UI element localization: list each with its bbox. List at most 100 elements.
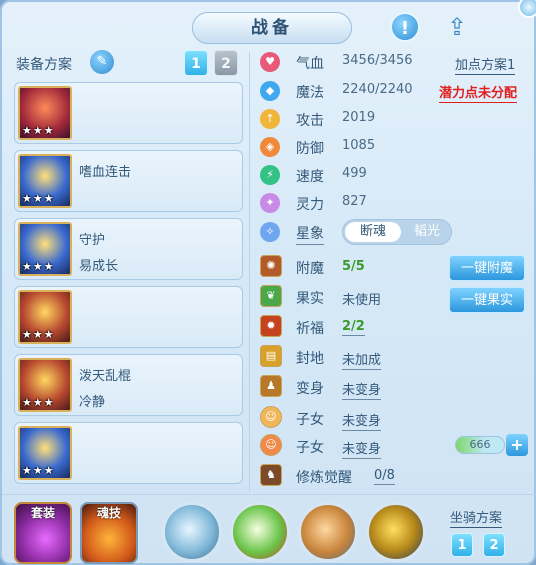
divider bbox=[249, 52, 250, 492]
unassigned-points-link[interactable]: 潜力点未分配 bbox=[439, 82, 518, 103]
equipment-slot-boots[interactable]: ★★★ bbox=[14, 422, 243, 484]
feature-value: 未加成 bbox=[342, 349, 382, 370]
feature-value: 未使用 bbox=[342, 293, 382, 308]
outfit-tab[interactable]: 套装 bbox=[14, 502, 72, 564]
equipment-panel: 战备 ! ⇪ 装备方案 ✎ 1 2 ★★★ ★★★ 嗜血连击 ★★★ 守护 易成… bbox=[0, 0, 536, 565]
feature-label: 附魔 bbox=[296, 261, 324, 277]
star-rating: ★★★ bbox=[22, 260, 55, 273]
equipment-slot-weapon[interactable]: ★★★ bbox=[14, 82, 243, 144]
sword-skill-icon[interactable] bbox=[230, 502, 290, 562]
star-sign-option-inactive[interactable]: 韬光 bbox=[403, 222, 451, 242]
feature-label: 变身 bbox=[296, 381, 324, 397]
feature-value: 未变身 bbox=[342, 438, 382, 459]
stat-hp: ♥ 气血 3456/3456 bbox=[260, 50, 440, 74]
equipment-slot-armor[interactable]: ★★★ 守护 易成长 bbox=[14, 218, 243, 280]
star-rating: ★★★ bbox=[22, 328, 55, 341]
divider bbox=[2, 494, 536, 495]
mount-tab-2[interactable]: 2 bbox=[483, 533, 505, 557]
plus-button[interactable]: + bbox=[506, 434, 528, 456]
stat-value: 3456/3456 bbox=[342, 53, 413, 68]
corner-gem-icon bbox=[518, 0, 536, 18]
armor-icon: ★★★ bbox=[18, 222, 72, 276]
blessing-icon: ✹ bbox=[260, 315, 282, 337]
stat-mp: ◆ 魔法 2240/2240 bbox=[260, 79, 440, 103]
speed-icon: ⚡ bbox=[260, 165, 280, 185]
soul-skill-tab-label: 魂技 bbox=[96, 506, 121, 520]
feature-value: 未变身 bbox=[342, 410, 382, 431]
heart-icon: ♥ bbox=[260, 52, 280, 72]
feature-label: 果实 bbox=[296, 291, 324, 307]
one-click-enchant-button[interactable]: 一键附魔 bbox=[449, 255, 525, 281]
stat-value: 2240/2240 bbox=[342, 82, 413, 97]
scheme-tab-1[interactable]: 1 bbox=[184, 50, 208, 76]
stat-speed: ⚡ 速度 499 bbox=[260, 163, 440, 187]
feature-label: 子女 bbox=[296, 412, 324, 428]
outfit-tab-label: 套装 bbox=[30, 506, 55, 520]
equipment-slot-belt[interactable]: ★★★ 泼天乱棍 冷静 bbox=[14, 354, 243, 416]
star-rating: ★★★ bbox=[22, 192, 55, 205]
cultivation-icon: ♞ bbox=[260, 464, 282, 486]
stat-value: 827 bbox=[342, 194, 367, 209]
page-title: 战备 bbox=[192, 12, 352, 44]
scheme-tab-2[interactable]: 2 bbox=[214, 50, 238, 76]
equipment-slot-necklace[interactable]: ★★★ bbox=[14, 286, 243, 348]
stat-attack: ↑ 攻击 2019 bbox=[260, 107, 440, 131]
slot-attribute: 冷静 bbox=[79, 395, 106, 410]
feature-label: 修炼觉醒 bbox=[296, 470, 352, 486]
slot-name: 泼天乱棍 bbox=[79, 369, 132, 384]
fief-icon: ▤ bbox=[260, 345, 282, 367]
star-sign-toggle[interactable]: 断魂 韬光 bbox=[342, 219, 452, 245]
feature-value: 未变身 bbox=[342, 379, 382, 400]
fist-skill-icon[interactable] bbox=[298, 502, 358, 562]
mount-scheme-label: 坐骑方案 bbox=[450, 507, 503, 528]
slot-attribute: 易成长 bbox=[79, 259, 119, 274]
mount-tab-1[interactable]: 1 bbox=[451, 533, 473, 557]
add-point-plan-link[interactable]: 加点方案1 bbox=[455, 54, 516, 75]
stat-label: 灵力 bbox=[296, 197, 324, 213]
feature-value: 5/5 bbox=[342, 259, 365, 274]
shield-skill-icon[interactable] bbox=[162, 502, 222, 562]
necklace-icon: ★★★ bbox=[18, 290, 72, 344]
slot-name: 嗜血连击 bbox=[79, 165, 132, 180]
belt-icon: ★★★ bbox=[18, 358, 72, 412]
star-sign-option-active[interactable]: 断魂 bbox=[345, 222, 401, 242]
bird-skill-icon[interactable] bbox=[366, 502, 426, 562]
stat-value: 1085 bbox=[342, 138, 376, 153]
weapon-icon: ★★★ bbox=[18, 86, 72, 140]
fruit-icon: ❦ bbox=[260, 285, 282, 307]
star-rating: ★★★ bbox=[22, 396, 55, 409]
helmet-icon: ★★★ bbox=[18, 154, 72, 208]
one-click-fruit-button[interactable]: 一键果实 bbox=[449, 287, 525, 313]
star-sign-icon: ✧ bbox=[260, 222, 280, 242]
stat-label: 魔法 bbox=[296, 85, 324, 101]
stat-label: 攻击 bbox=[296, 113, 324, 129]
stat-label: 速度 bbox=[296, 169, 324, 185]
mana-icon: ◆ bbox=[260, 81, 280, 101]
enchant-icon: ✺ bbox=[260, 255, 282, 277]
stat-defense: ◈ 防御 1085 bbox=[260, 135, 440, 159]
star-rating: ★★★ bbox=[22, 464, 55, 477]
spirit-icon: ✦ bbox=[260, 193, 280, 213]
stat-value: 2019 bbox=[342, 110, 376, 125]
soul-skill-tab[interactable]: 魂技 bbox=[80, 502, 138, 564]
child-icon: ☺ bbox=[260, 406, 282, 428]
edit-icon[interactable]: ✎ bbox=[90, 50, 114, 74]
feature-label: 封地 bbox=[296, 351, 324, 367]
shield-icon: ◈ bbox=[260, 137, 280, 157]
feature-value: 0/8 bbox=[374, 468, 395, 485]
star-rating: ★★★ bbox=[22, 124, 55, 137]
equipment-slot-helmet[interactable]: ★★★ 嗜血连击 bbox=[14, 150, 243, 212]
share-icon[interactable]: ⇪ bbox=[442, 14, 472, 40]
feature-value: 2/2 bbox=[342, 319, 365, 336]
stat-value: 499 bbox=[342, 166, 367, 181]
feature-label: 祈福 bbox=[296, 321, 324, 337]
slot-name: 守护 bbox=[79, 233, 106, 248]
attack-icon: ↑ bbox=[260, 109, 280, 129]
star-sign-label: 星象 bbox=[296, 223, 324, 245]
stat-label: 气血 bbox=[296, 56, 324, 72]
feature-label: 子女 bbox=[296, 440, 324, 456]
info-icon[interactable]: ! bbox=[390, 12, 420, 42]
boots-icon: ★★★ bbox=[18, 426, 72, 480]
stat-spirit: ✦ 灵力 827 bbox=[260, 191, 440, 215]
child-value-bar: 666 bbox=[455, 436, 505, 454]
